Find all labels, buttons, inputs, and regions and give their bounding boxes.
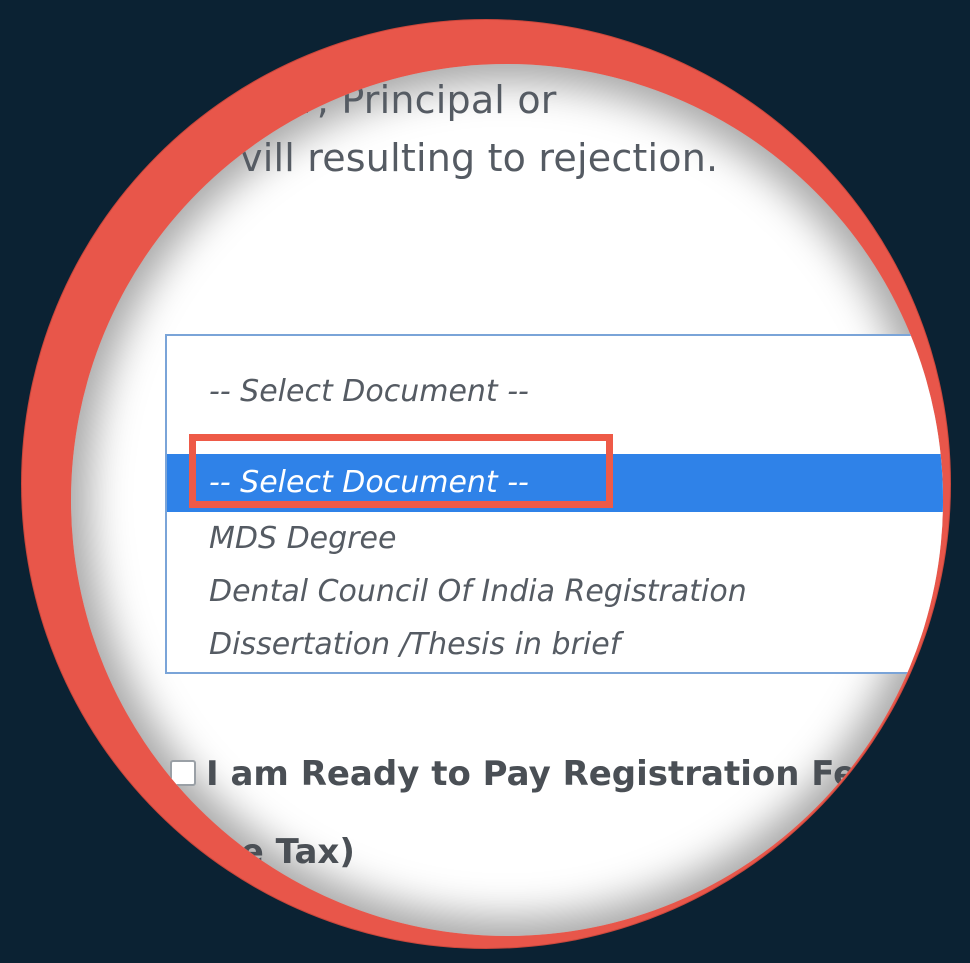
document-select-dropdown: -- Select Document -- MDS Degree Dental …	[167, 454, 943, 671]
registration-fee-label-line-1: I am Ready to Pay Registration Fee. I	[206, 754, 917, 794]
screenshot-stage: ncer, Principal or vill resulting to rej…	[0, 0, 970, 963]
magnifier-viewport: ncer, Principal or vill resulting to rej…	[71, 64, 943, 936]
option-dental-council-registration[interactable]: Dental Council Of India Registration	[167, 565, 943, 618]
document-select[interactable]: -- Select Document -- -- Select Document…	[165, 334, 943, 674]
page-content: ncer, Principal or vill resulting to rej…	[71, 64, 943, 936]
option-dissertation-thesis[interactable]: Dissertation /Thesis in brief	[167, 618, 943, 671]
instruction-text-line-2: vill resulting to rejection.	[240, 136, 719, 180]
document-select-current-value[interactable]: -- Select Document --	[209, 374, 529, 409]
magnifier-lens: ncer, Principal or vill resulting to rej…	[22, 20, 950, 948]
instruction-text-line-1: ncer, Principal or	[232, 78, 557, 122]
option-select-document[interactable]: -- Select Document --	[167, 454, 943, 512]
registration-fee-label-line-2: rvice Tax)	[170, 832, 355, 872]
registration-fee-checkbox[interactable]	[170, 760, 196, 786]
option-mds-degree[interactable]: MDS Degree	[167, 512, 943, 565]
